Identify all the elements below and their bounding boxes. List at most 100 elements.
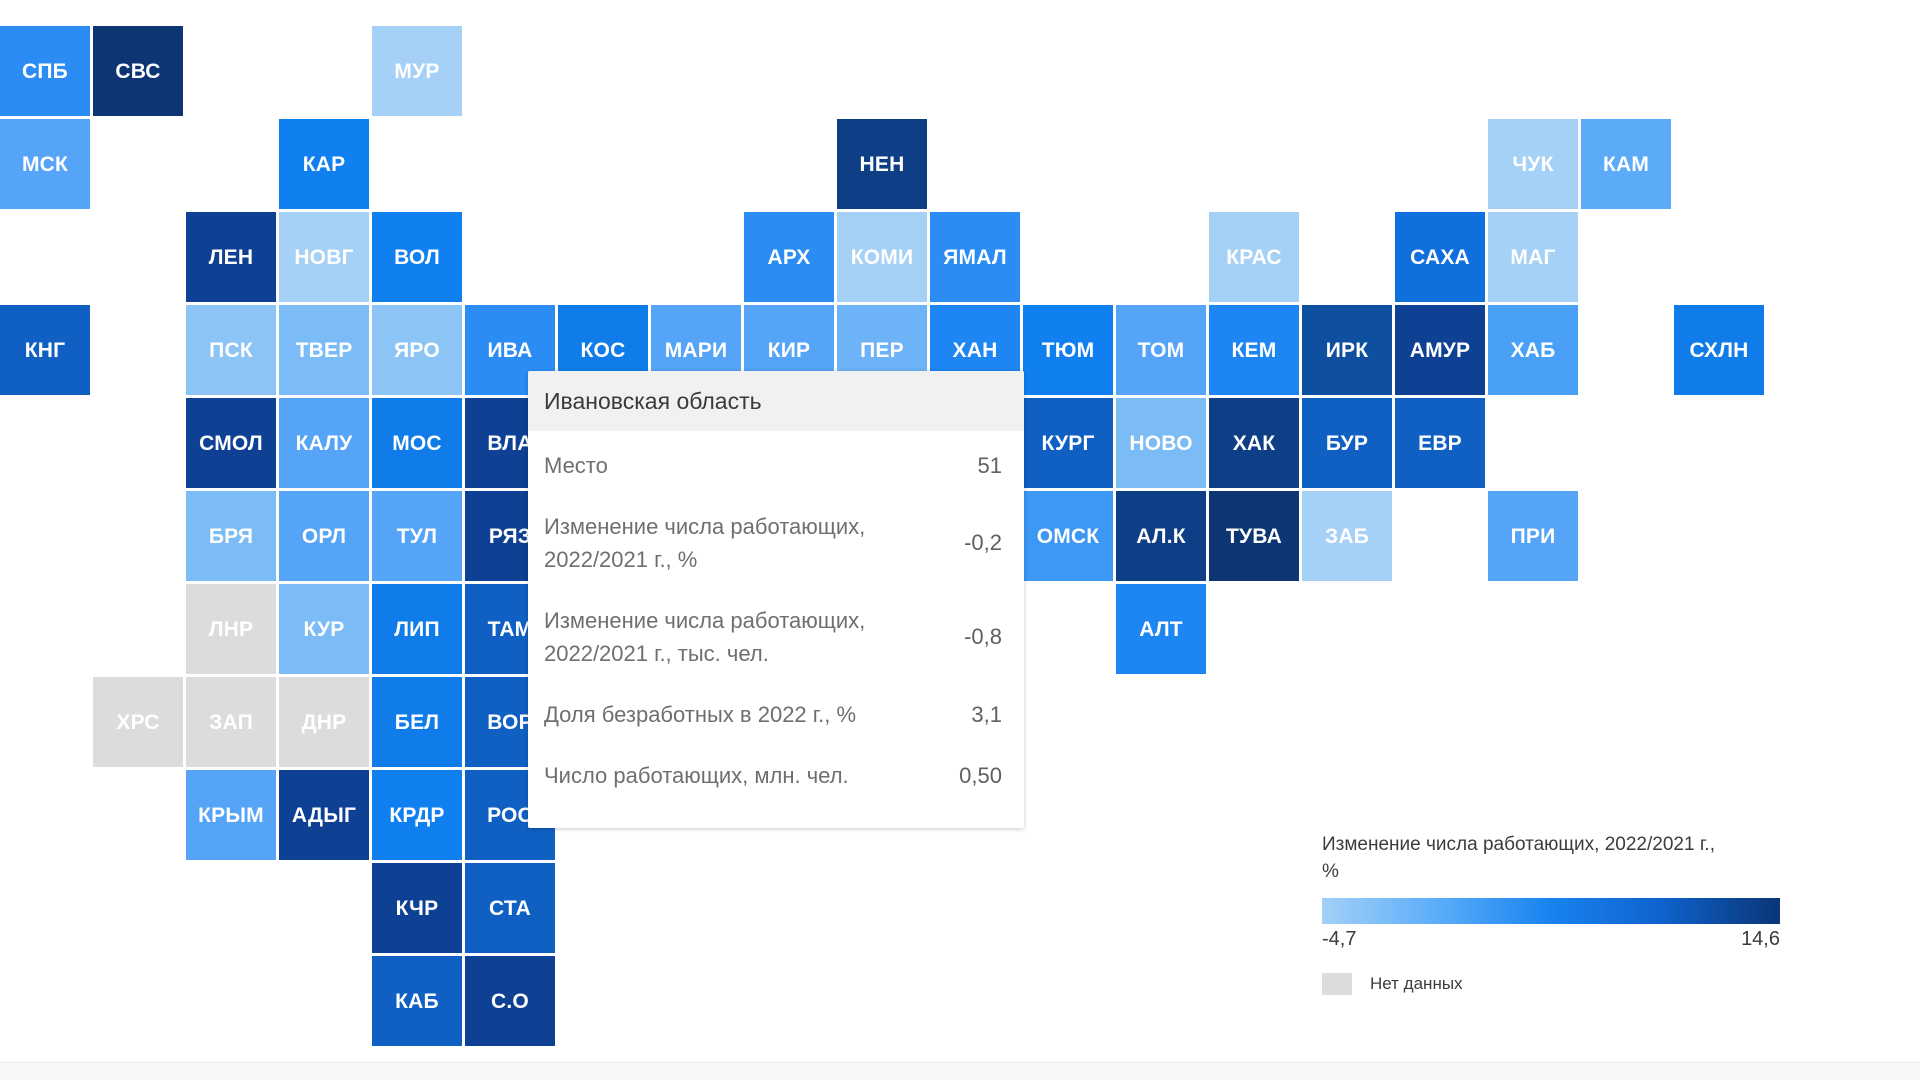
map-tile-МСК[interactable]: МСК: [0, 119, 90, 209]
map-tile-КУР[interactable]: КУР: [279, 584, 369, 674]
map-tile-ЯРО[interactable]: ЯРО: [372, 305, 462, 395]
map-tile-КРДР[interactable]: КРДР: [372, 770, 462, 860]
map-tile-СВС[interactable]: СВС: [93, 26, 183, 116]
map-tile-label: ПСК: [209, 338, 253, 362]
map-tile-label: ЯРО: [394, 338, 440, 362]
map-tile-ЗАП[interactable]: ЗАП: [186, 677, 276, 767]
map-tile-label: РОС: [487, 803, 533, 827]
map-tile-СПБ[interactable]: СПБ: [0, 26, 90, 116]
map-tile-label: КУРГ: [1041, 431, 1095, 455]
map-tile-КАЛУ[interactable]: КАЛУ: [279, 398, 369, 488]
map-tile-ЧУК[interactable]: ЧУК: [1488, 119, 1578, 209]
map-tile-label: КНГ: [24, 338, 66, 362]
map-tile-label: КАБ: [395, 989, 439, 1013]
map-tile-ТЮМ[interactable]: ТЮМ: [1023, 305, 1113, 395]
map-tile-НОВГ[interactable]: НОВГ: [279, 212, 369, 302]
region-tooltip: Ивановская область Место 51 Изменение числ…: [528, 371, 1024, 829]
map-tile-label: СТА: [489, 896, 531, 920]
tooltip-metric-row: Место 51: [528, 435, 1024, 496]
map-tile-КАМ[interactable]: КАМ: [1581, 119, 1671, 209]
map-tile-БЕЛ[interactable]: БЕЛ: [372, 677, 462, 767]
map-tile-ХРС[interactable]: ХРС: [93, 677, 183, 767]
map-tile-НЕН[interactable]: НЕН: [837, 119, 927, 209]
legend-nodata-label: Нет данных: [1370, 973, 1463, 993]
map-tile-label: МАГ: [1510, 245, 1556, 269]
map-tile-label: КРАС: [1226, 245, 1282, 269]
map-tile-label: ВОЛ: [394, 245, 440, 269]
map-tile-label: КИР: [767, 338, 811, 362]
map-tile-АЛ.К[interactable]: АЛ.К: [1116, 491, 1206, 581]
map-tile-ХАК[interactable]: ХАК: [1209, 398, 1299, 488]
map-tile-label: КЧР: [395, 896, 439, 920]
map-tile-ХАБ[interactable]: ХАБ: [1488, 305, 1578, 395]
map-tile-ДНР[interactable]: ДНР: [279, 677, 369, 767]
map-tile-КЕМ[interactable]: КЕМ: [1209, 305, 1299, 395]
map-tile-ПСК[interactable]: ПСК: [186, 305, 276, 395]
map-tile-label: ВОР: [487, 710, 533, 734]
map-tile-label: ТУВА: [1226, 524, 1282, 548]
map-tile-label: ВЛА: [487, 431, 533, 455]
map-tile-ОМСК[interactable]: ОМСК: [1023, 491, 1113, 581]
map-tile-С.О[interactable]: С.О: [465, 956, 555, 1046]
tooltip-title: Ивановская область: [528, 371, 1024, 432]
map-tile-КУРГ[interactable]: КУРГ: [1023, 398, 1113, 488]
legend-title: Изменение числа работающих, 2022/2021 г.…: [1322, 834, 1715, 882]
map-tile-ЛЕН[interactable]: ЛЕН: [186, 212, 276, 302]
map-tile-label: БУР: [1325, 431, 1369, 455]
map-tile-label: АДЫГ: [291, 803, 357, 827]
map-tile-label: ХРС: [116, 710, 160, 734]
map-tile-ВОЛ[interactable]: ВОЛ: [372, 212, 462, 302]
map-tile-ПРИ[interactable]: ПРИ: [1488, 491, 1578, 581]
map-tile-КАБ[interactable]: КАБ: [372, 956, 462, 1046]
map-tile-ТУЛ[interactable]: ТУЛ: [372, 491, 462, 581]
tooltip-metric-label: Изменение числа работающих, 2022/2021 г.…: [544, 608, 866, 667]
map-tile-КАР[interactable]: КАР: [279, 119, 369, 209]
map-tile-АЛТ[interactable]: АЛТ: [1116, 584, 1206, 674]
map-tile-НОВО[interactable]: НОВО: [1116, 398, 1206, 488]
map-tile-АРХ[interactable]: АРХ: [744, 212, 834, 302]
tooltip-metric-row: Число работающих, млн. чел. 0,50: [528, 745, 1024, 806]
map-tile-label: СПБ: [22, 59, 68, 83]
map-tile-КРАС[interactable]: КРАС: [1209, 212, 1299, 302]
map-tile-ТУВА[interactable]: ТУВА: [1209, 491, 1299, 581]
map-tile-ЛИП[interactable]: ЛИП: [372, 584, 462, 674]
map-tile-label: ТЮМ: [1041, 338, 1095, 362]
map-tile-ЯМАЛ[interactable]: ЯМАЛ: [930, 212, 1020, 302]
map-tile-ЗАБ[interactable]: ЗАБ: [1302, 491, 1392, 581]
tooltip-metric-value: 3,1: [971, 701, 1002, 727]
map-tile-label: СМОЛ: [199, 431, 263, 455]
map-tile-СМОЛ[interactable]: СМОЛ: [186, 398, 276, 488]
map-tile-МАГ[interactable]: МАГ: [1488, 212, 1578, 302]
map-tile-ТОМ[interactable]: ТОМ: [1116, 305, 1206, 395]
map-tile-СТА[interactable]: СТА: [465, 863, 555, 953]
map-tile-СХЛН[interactable]: СХЛН: [1674, 305, 1764, 395]
map-tile-САХА[interactable]: САХА: [1395, 212, 1485, 302]
map-tile-label: ХАН: [952, 338, 998, 362]
legend-nodata-entry: Нет данных: [1322, 972, 1784, 995]
map-tile-label: ЯМАЛ: [943, 245, 1007, 269]
map-tile-МУР[interactable]: МУР: [372, 26, 462, 116]
map-tile-ЕВР[interactable]: ЕВР: [1395, 398, 1485, 488]
tooltip-metric-label: Изменение числа работающих, 2022/2021 г.…: [544, 514, 866, 573]
map-tile-БРЯ[interactable]: БРЯ: [186, 491, 276, 581]
map-tile-label: КУР: [303, 617, 345, 641]
map-tile-ИРК[interactable]: ИРК: [1302, 305, 1392, 395]
map-tile-label: АМУР: [1409, 338, 1471, 362]
map-tile-КРЫМ[interactable]: КРЫМ: [186, 770, 276, 860]
map-tile-ТВЕР[interactable]: ТВЕР: [279, 305, 369, 395]
map-tile-МОС[interactable]: МОС: [372, 398, 462, 488]
legend-scale: -4,7 14,6: [1322, 928, 1780, 951]
map-tile-label: РЯЗ: [488, 524, 532, 548]
map-tile-label: НОВГ: [294, 245, 354, 269]
map-tile-АДЫГ[interactable]: АДЫГ: [279, 770, 369, 860]
map-tile-БУР[interactable]: БУР: [1302, 398, 1392, 488]
map-tile-ЛНР[interactable]: ЛНР: [186, 584, 276, 674]
map-tile-АМУР[interactable]: АМУР: [1395, 305, 1485, 395]
map-tile-label: ЗАБ: [1324, 524, 1369, 548]
tooltip-metrics-list: Место 51 Изменение числа работающих, 2022/…: [528, 431, 1024, 829]
map-tile-КНГ[interactable]: КНГ: [0, 305, 90, 395]
map-tile-КЧР[interactable]: КЧР: [372, 863, 462, 953]
map-tile-ОРЛ[interactable]: ОРЛ: [279, 491, 369, 581]
map-tile-КОМИ[interactable]: КОМИ: [837, 212, 927, 302]
map-tile-label: ИВА: [487, 338, 533, 362]
